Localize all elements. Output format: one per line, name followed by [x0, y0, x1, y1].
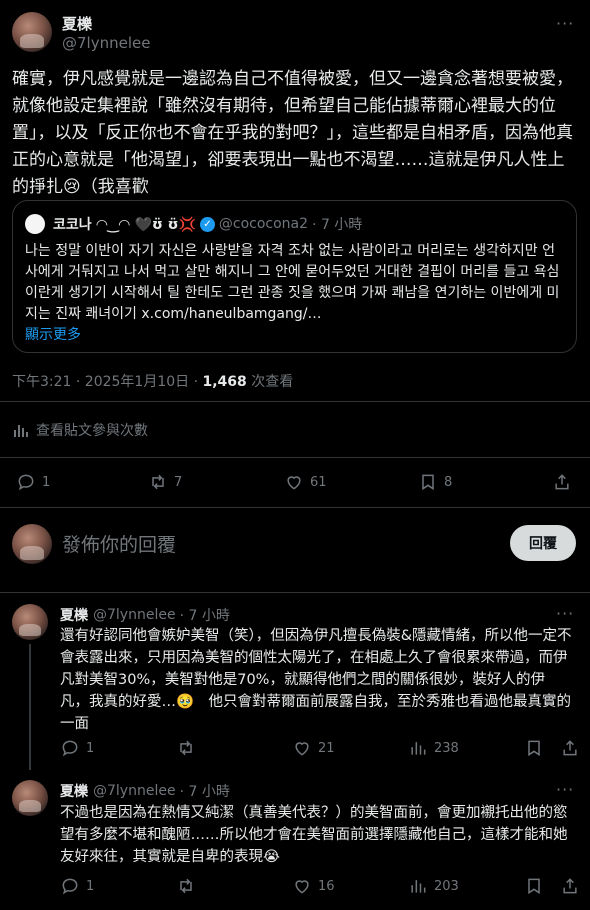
- repost-icon: [152, 474, 164, 490]
- like-icon: [287, 476, 301, 490]
- divider: [0, 401, 590, 402]
- bookmark-icon: [528, 878, 540, 895]
- divider: [0, 457, 590, 458]
- post-text: 確實，伊凡感覺就是一邊認為自己不值得被愛，但又一邊貪念著想要被愛，就像他設定集裡…: [12, 69, 573, 197]
- more-icon[interactable]: ···: [556, 604, 574, 623]
- composer-avatar: [12, 524, 52, 564]
- more-icon[interactable]: ···: [556, 780, 574, 799]
- views-count: 238: [434, 740, 459, 756]
- post-meta: 下午3:21 · 2025年1月10日 · 1,468 次查看: [12, 371, 293, 391]
- bookmark-button[interactable]: [524, 738, 550, 758]
- reply-text: 還有好認同他會嫉妒美智（笑），但因為伊凡擅長偽裝&隱藏情緒，所以他一定不會表露出…: [60, 628, 572, 732]
- quoted-post[interactable]: 코코나 ◠‿◠ 🖤ʊ̈ ʊ̈💢 ✓ @cococona2 · 7 小時 나는 정…: [12, 200, 577, 353]
- author-name[interactable]: 夏櫟: [62, 13, 92, 34]
- quoted-post-text: 나는 정말 이반이 자기 자신은 사랑받을 자격 조차 없는 사람이라고 머리로…: [25, 241, 565, 346]
- views-count: 203: [434, 878, 459, 894]
- reply-submit-button[interactable]: 回覆: [510, 525, 576, 561]
- like-icon: [295, 742, 309, 756]
- analytics-label: 查看貼文參與次數: [36, 423, 148, 439]
- quoted-author-name[interactable]: 코코나 ◠‿◠ 🖤ʊ̈ ʊ̈💢: [53, 214, 196, 234]
- post-timestamp[interactable]: 下午3:21 · 2025年1月10日 ·: [12, 374, 203, 390]
- reply-author-handle[interactable]: @7lynnelee: [93, 783, 176, 799]
- divider: [0, 507, 590, 508]
- reply-count: 1: [86, 740, 95, 756]
- quoted-post-header: 코코나 ◠‿◠ 🖤ʊ̈ ʊ̈💢 ✓ @cococona2 · 7 小時: [25, 213, 362, 235]
- divider: [0, 592, 590, 593]
- author-handle[interactable]: @7lynnelee: [62, 34, 150, 52]
- quoted-post-time: · 7 小時: [312, 217, 363, 233]
- like-count: 21: [318, 740, 335, 756]
- bookmark-icon: [528, 740, 540, 757]
- like-button[interactable]: 16: [292, 876, 335, 896]
- reply-icon: [62, 878, 78, 895]
- share-button[interactable]: [552, 472, 578, 492]
- author-avatar[interactable]: [12, 12, 52, 52]
- views-icon: [411, 742, 426, 755]
- reply-count: 1: [42, 474, 51, 490]
- reply-author-handle[interactable]: @7lynnelee: [93, 607, 176, 623]
- share-button[interactable]: [560, 738, 586, 758]
- like-icon: [295, 880, 309, 894]
- like-button[interactable]: 61: [284, 472, 327, 492]
- reply-author-name[interactable]: 夏櫟: [60, 781, 88, 801]
- like-count: 16: [318, 878, 335, 894]
- reply-time: · 7 小時: [179, 608, 230, 624]
- reply-author-name[interactable]: 夏櫟: [60, 605, 88, 625]
- reply-avatar[interactable]: [12, 780, 48, 816]
- reply-button[interactable]: 1: [16, 472, 50, 492]
- share-button[interactable]: [560, 876, 586, 896]
- reply-header: 夏櫟 @7lynnelee · 7 小時: [60, 605, 230, 625]
- like-button[interactable]: 21: [292, 738, 335, 758]
- bookmark-button[interactable]: [524, 876, 550, 896]
- reply-input[interactable]: 發佈你的回覆: [62, 530, 176, 557]
- views-icon: [411, 880, 426, 893]
- like-count: 61: [310, 474, 327, 490]
- quoted-avatar[interactable]: [25, 214, 45, 234]
- share-icon: [563, 740, 577, 756]
- repost-button[interactable]: 7: [148, 472, 182, 492]
- reply-button[interactable]: 1: [60, 876, 94, 896]
- views-label: 次查看: [246, 374, 294, 390]
- reply-icon: [62, 740, 78, 757]
- repost-button[interactable]: [176, 876, 202, 896]
- bookmark-count: 8: [444, 474, 453, 490]
- more-icon[interactable]: ···: [556, 14, 574, 33]
- quoted-author-handle[interactable]: @cococona2: [219, 216, 308, 232]
- bookmark-icon: [422, 474, 434, 491]
- bookmark-button[interactable]: 8: [418, 472, 452, 492]
- thread-line: [29, 644, 31, 770]
- share-icon: [563, 878, 577, 894]
- reply-time: · 7 小時: [179, 784, 230, 800]
- views-button[interactable]: 238: [408, 738, 459, 758]
- analytics-icon: [14, 425, 28, 437]
- repost-icon: [180, 740, 192, 756]
- repost-icon: [180, 878, 192, 894]
- reply-header: 夏櫟 @7lynnelee · 7 小時: [60, 781, 230, 801]
- views-count: 1,468: [202, 374, 247, 390]
- reply-text: 不過也是因為在熱情又純潔（真善美代表？）的美智面前，會更加襯托出他的慾望有多麼不…: [60, 805, 568, 865]
- reply-count: 1: [86, 878, 95, 894]
- reply-avatar[interactable]: [12, 604, 48, 640]
- repost-count: 7: [174, 474, 183, 490]
- reply-icon: [18, 474, 34, 491]
- repost-button[interactable]: [176, 738, 202, 758]
- share-icon: [555, 474, 569, 490]
- verified-icon: ✓: [199, 216, 215, 232]
- reply-button[interactable]: 1: [60, 738, 94, 758]
- views-button[interactable]: 203: [408, 876, 459, 896]
- analytics-link[interactable]: 查看貼文參與次數: [12, 420, 148, 440]
- quoted-text-body: 나는 정말 이반이 자기 자신은 사랑받을 자격 조차 없는 사람이라고 머리로…: [25, 243, 560, 322]
- show-more-link[interactable]: 顯示更多: [25, 327, 81, 343]
